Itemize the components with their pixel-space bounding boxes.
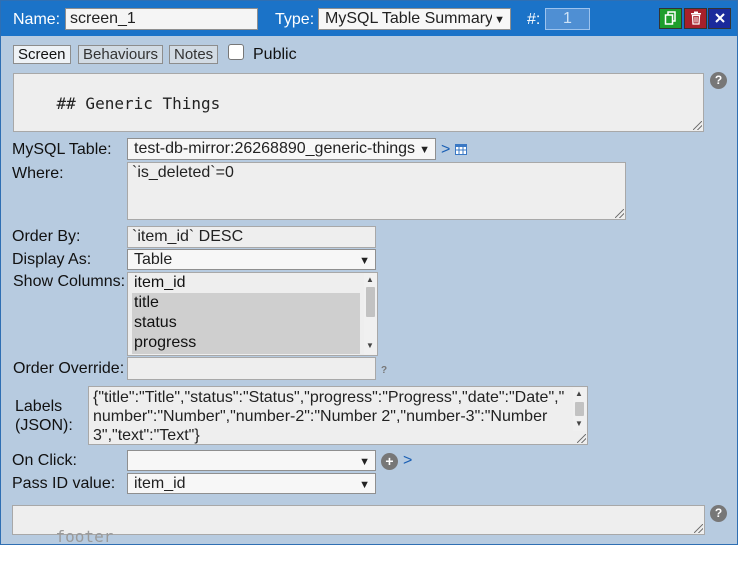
help-icon[interactable]: ? bbox=[710, 505, 727, 522]
order-by-label: Order By: bbox=[12, 228, 81, 245]
open-on-click-link[interactable]: > bbox=[403, 452, 412, 470]
header-bar: Name: screen_1 Type: MySQL Table Summary… bbox=[1, 1, 737, 36]
type-select-value: MySQL Table Summary bbox=[325, 10, 494, 27]
public-checkbox[interactable] bbox=[228, 44, 244, 60]
pass-id-label: Pass ID value: bbox=[12, 475, 116, 492]
tab-screen[interactable]: Screen bbox=[13, 45, 71, 64]
labels-json-line: 3","text":"Text"} bbox=[93, 427, 200, 444]
header-textarea[interactable]: ## Generic Things bbox=[13, 73, 704, 132]
footer-placeholder: footer bbox=[55, 527, 114, 546]
type-select[interactable]: MySQL Table Summary ▼ bbox=[318, 8, 511, 30]
copy-button[interactable] bbox=[659, 8, 682, 29]
header-textarea-value: ## Generic Things bbox=[56, 94, 221, 113]
where-textarea-value: `is_deleted`=0 bbox=[132, 164, 234, 181]
show-columns-listbox[interactable]: item_id title status progress ▲ ▼ bbox=[127, 272, 378, 356]
number-label: #: bbox=[527, 11, 541, 28]
column-option-item-id[interactable]: item_id bbox=[132, 273, 360, 293]
trash-icon bbox=[690, 11, 701, 25]
on-click-label: On Click: bbox=[12, 452, 77, 469]
name-label: Name: bbox=[13, 11, 61, 28]
display-as-select[interactable]: Table ▼ bbox=[127, 249, 376, 270]
scrollbar-thumb[interactable] bbox=[366, 287, 375, 317]
chevron-down-icon: ▼ bbox=[359, 456, 370, 468]
scroll-up-icon[interactable]: ▲ bbox=[364, 275, 376, 285]
mysql-table-label: MySQL Table: bbox=[12, 141, 112, 158]
resize-grip-icon[interactable] bbox=[615, 209, 624, 218]
chevron-down-icon: ▼ bbox=[492, 10, 505, 29]
type-label: Type: bbox=[275, 11, 315, 28]
display-as-value: Table bbox=[134, 251, 173, 268]
open-table-link[interactable]: > bbox=[441, 141, 450, 159]
column-option-progress[interactable]: progress bbox=[132, 333, 360, 354]
labels-json-line: {"title":"Title","status":"Status","prog… bbox=[93, 389, 565, 406]
screen-editor-panel: Name: screen_1 Type: MySQL Table Summary… bbox=[0, 0, 738, 546]
public-label: Public bbox=[253, 46, 297, 63]
mysql-table-select[interactable]: test-db-mirror:26268890_generic-things ▼ bbox=[127, 138, 436, 160]
pass-id-select[interactable]: item_id ▼ bbox=[127, 473, 376, 494]
where-label: Where: bbox=[12, 165, 64, 182]
display-as-label: Display As: bbox=[12, 251, 92, 268]
columns-scrollbar[interactable]: ▲ ▼ bbox=[364, 273, 377, 355]
order-by-input[interactable]: `item_id` DESC bbox=[127, 226, 376, 248]
labels-json-label-suffix: (JSON): bbox=[15, 417, 73, 434]
pass-id-value: item_id bbox=[134, 475, 186, 492]
labels-json-scrollbar[interactable]: ▲ ▼ bbox=[573, 388, 586, 431]
labels-json-label: Labels bbox=[15, 398, 63, 415]
where-textarea[interactable]: `is_deleted`=0 bbox=[127, 162, 626, 220]
help-icon[interactable]: ? bbox=[710, 72, 727, 89]
resize-grip-icon[interactable] bbox=[693, 121, 702, 130]
scroll-up-icon[interactable]: ▲ bbox=[573, 389, 585, 399]
chevron-down-icon: ▼ bbox=[359, 255, 370, 267]
column-option-title[interactable]: title bbox=[132, 293, 360, 313]
number-input[interactable]: 1 bbox=[545, 8, 590, 30]
scroll-down-icon[interactable]: ▼ bbox=[573, 419, 585, 429]
resize-grip-icon[interactable] bbox=[694, 524, 703, 533]
tab-notes[interactable]: Notes bbox=[169, 45, 219, 64]
add-icon[interactable]: + bbox=[381, 453, 398, 470]
footer-textarea[interactable]: footer bbox=[12, 505, 705, 546]
help-icon[interactable]: ? bbox=[381, 365, 387, 376]
column-option-status[interactable]: status bbox=[132, 313, 360, 333]
scrollbar-thumb[interactable] bbox=[575, 402, 584, 416]
tab-behaviours[interactable]: Behaviours bbox=[78, 45, 164, 64]
chevron-down-icon: ▼ bbox=[359, 479, 370, 491]
table-icon[interactable] bbox=[455, 144, 467, 155]
show-columns-label: Show Columns: bbox=[13, 273, 126, 290]
copy-icon bbox=[664, 11, 676, 25]
order-override-label: Order Override: bbox=[13, 360, 125, 377]
on-click-select[interactable]: ▼ bbox=[127, 450, 376, 471]
close-icon bbox=[714, 13, 725, 23]
scroll-down-icon[interactable]: ▼ bbox=[364, 341, 376, 351]
mysql-table-value: test-db-mirror:26268890_generic-things bbox=[134, 140, 416, 157]
name-input[interactable]: screen_1 bbox=[65, 8, 258, 30]
labels-json-line: number":"Number","number-2":"Number 2","… bbox=[93, 408, 548, 425]
close-button[interactable] bbox=[708, 8, 731, 29]
labels-json-textarea[interactable]: {"title":"Title","status":"Status","prog… bbox=[88, 386, 588, 445]
order-override-input[interactable] bbox=[127, 357, 376, 380]
chevron-down-icon: ▼ bbox=[417, 140, 430, 159]
resize-grip-icon[interactable] bbox=[577, 434, 586, 443]
delete-button[interactable] bbox=[684, 8, 707, 29]
